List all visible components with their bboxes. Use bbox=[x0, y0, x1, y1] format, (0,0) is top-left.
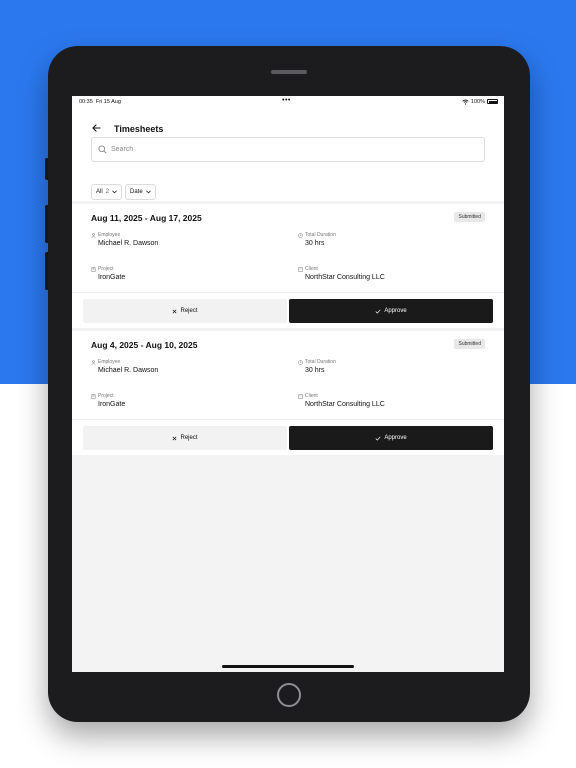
total-duration: 30 hrs bbox=[305, 240, 325, 247]
employee-label: Employee bbox=[91, 232, 120, 238]
employee-name: Michael R. Dawson bbox=[98, 367, 159, 374]
app-screen: 00:35 Fri 15 Aug ••• 100% Timesheets All… bbox=[72, 96, 504, 672]
check-icon bbox=[375, 436, 381, 441]
device-camera-bar bbox=[271, 70, 307, 74]
close-icon bbox=[173, 436, 177, 440]
back-button[interactable] bbox=[88, 120, 104, 136]
device-home-button[interactable] bbox=[277, 683, 301, 707]
card-divider bbox=[72, 419, 504, 420]
client-label: Client bbox=[298, 266, 318, 272]
project-label: Project bbox=[91, 393, 114, 399]
project-name: IronGate bbox=[98, 274, 126, 281]
timesheet-card[interactable]: Aug 11, 2025 - Aug 17, 2025 Submitted Em… bbox=[72, 204, 504, 328]
chevron-down-icon bbox=[112, 190, 117, 194]
close-icon bbox=[173, 309, 177, 313]
client-name: NorthStar Consulting LLC bbox=[305, 401, 385, 408]
status-badge: Submitted bbox=[454, 339, 485, 349]
filter-all-count: 2 bbox=[105, 189, 110, 195]
filter-date-label: Date bbox=[130, 189, 143, 195]
check-icon bbox=[375, 309, 381, 314]
battery-percent: 100% bbox=[470, 98, 485, 105]
reject-button[interactable]: Reject bbox=[83, 426, 287, 450]
duration-label: Total Duration bbox=[298, 359, 336, 365]
reject-button[interactable]: Reject bbox=[83, 299, 287, 323]
client-label: Client bbox=[298, 393, 318, 399]
client-name: NorthStar Consulting LLC bbox=[305, 274, 385, 281]
battery-icon bbox=[487, 99, 498, 104]
multitasking-dots[interactable]: ••• bbox=[282, 97, 291, 104]
person-icon bbox=[91, 359, 96, 365]
search-icon bbox=[98, 145, 107, 154]
building-icon bbox=[298, 266, 303, 272]
page-header: Timesheets All 2 Date bbox=[72, 108, 504, 201]
employee-label: Employee bbox=[91, 359, 120, 365]
document-icon bbox=[91, 266, 96, 272]
approve-button[interactable]: Approve bbox=[289, 299, 493, 323]
employee-name: Michael R. Dawson bbox=[98, 240, 159, 247]
timesheet-period: Aug 4, 2025 - Aug 10, 2025 bbox=[91, 340, 198, 350]
page-title: Timesheets bbox=[114, 124, 164, 134]
document-icon bbox=[91, 393, 96, 399]
timesheet-card[interactable]: Aug 4, 2025 - Aug 10, 2025 Submitted Emp… bbox=[72, 331, 504, 455]
card-divider bbox=[72, 292, 504, 293]
home-indicator[interactable] bbox=[222, 665, 354, 668]
status-time: 00:35 Fri 15 Aug bbox=[79, 98, 121, 105]
search-field[interactable] bbox=[91, 137, 485, 162]
wifi-icon bbox=[462, 98, 469, 105]
duration-label: Total Duration bbox=[298, 232, 336, 238]
clock-icon bbox=[298, 359, 303, 365]
project-label: Project bbox=[91, 266, 114, 272]
filter-all-label: All bbox=[96, 189, 103, 195]
person-icon bbox=[91, 232, 96, 238]
back-arrow-icon bbox=[91, 124, 101, 132]
status-bar: 00:35 Fri 15 Aug ••• 100% bbox=[72, 96, 504, 108]
status-right: 100% bbox=[462, 99, 498, 105]
clock-icon bbox=[298, 232, 303, 238]
timesheet-period: Aug 11, 2025 - Aug 17, 2025 bbox=[91, 213, 202, 223]
filter-date-button[interactable]: Date bbox=[125, 184, 156, 200]
status-badge: Submitted bbox=[454, 212, 485, 222]
project-name: IronGate bbox=[98, 401, 126, 408]
total-duration: 30 hrs bbox=[305, 367, 325, 374]
filter-all-button[interactable]: All 2 bbox=[91, 184, 123, 200]
approve-button[interactable]: Approve bbox=[289, 426, 493, 450]
search-input[interactable] bbox=[111, 146, 471, 153]
building-icon bbox=[298, 393, 303, 399]
chevron-down-icon bbox=[145, 190, 151, 194]
